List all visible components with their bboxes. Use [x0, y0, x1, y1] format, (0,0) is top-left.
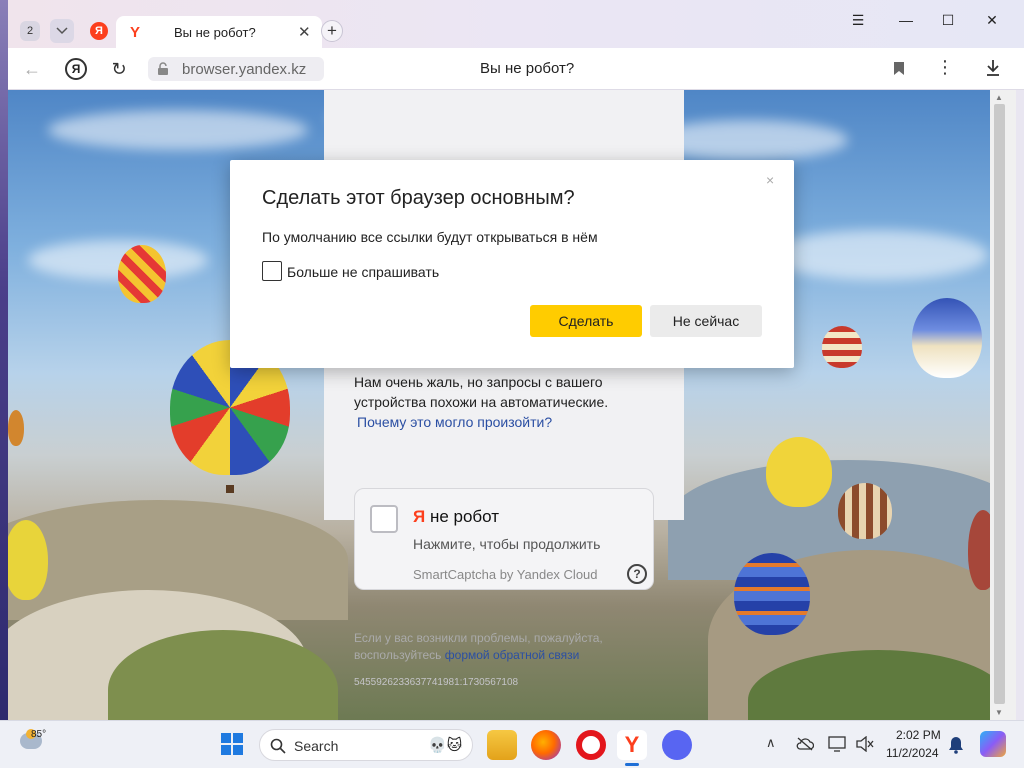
page-scrollbar[interactable]: ▲ ▼ [990, 90, 1016, 720]
scroll-thumb[interactable] [994, 104, 1005, 704]
clock-time[interactable]: 2:02 PM [896, 728, 941, 742]
address-bar: ← Я ↻ browser.yandex.kz Вы не робот? ⋮ [8, 48, 1024, 90]
download-icon[interactable] [985, 59, 1001, 77]
title-bar: 2 Я Y Вы не робот? ✕ + ☰ — ☐ ✕ [8, 0, 1024, 48]
new-tab-button[interactable]: + [321, 20, 343, 42]
dialog-title: Сделать этот браузер основным? [262, 187, 575, 209]
dont-ask-label[interactable]: Больше не спрашивать [287, 264, 439, 280]
not-now-button[interactable]: Не сейчас [650, 305, 762, 337]
help-icon[interactable]: ? [627, 564, 647, 584]
balloon-image [734, 553, 810, 635]
address-page-title: Вы не робот? [480, 60, 575, 77]
firefox-icon[interactable] [531, 730, 561, 760]
url-field[interactable]: browser.yandex.kz [148, 57, 324, 81]
close-window-button[interactable]: ✕ [980, 10, 1004, 30]
tab-title: Вы не робот? [174, 25, 256, 40]
taskbar-search[interactable]: Search 💀🐱 [259, 729, 473, 761]
dont-ask-checkbox[interactable] [262, 261, 282, 281]
feedback-link[interactable]: формой обратной связи [445, 648, 580, 662]
scroll-down-icon[interactable]: ▼ [995, 708, 1003, 717]
browser-menu-icon[interactable]: ☰ [846, 10, 870, 30]
notification-bell-icon[interactable] [948, 736, 964, 754]
back-button[interactable]: ← [20, 57, 44, 81]
copilot-icon[interactable] [980, 731, 1006, 757]
why-link[interactable]: Почему это могло произойти? [357, 414, 552, 430]
windows-start-icon[interactable] [221, 733, 243, 755]
file-explorer-icon[interactable] [487, 730, 517, 760]
active-app-indicator [625, 763, 639, 766]
yandex-home-button[interactable]: Я [65, 58, 87, 80]
make-default-button[interactable]: Сделать [530, 305, 642, 337]
search-label: Search [294, 738, 339, 754]
balloon-image [766, 437, 832, 507]
yandex-favicon-icon: Y [130, 24, 141, 41]
balloon-image [118, 245, 166, 303]
desktop-edge [0, 0, 8, 720]
bookmark-icon[interactable] [893, 61, 905, 76]
refresh-button[interactable]: ↻ [107, 57, 131, 81]
balloon-image [838, 483, 892, 539]
captcha-subtitle: Нажмите, чтобы продолжить [413, 536, 601, 552]
captcha-title-rest: не робот [425, 507, 500, 526]
lock-icon [158, 62, 168, 75]
captcha-title-ya: Я [413, 507, 426, 526]
balloon-image [822, 326, 862, 368]
search-highlight-icon: 💀🐱 [428, 737, 463, 754]
request-id: 5455926233637741981:1730567108 [354, 677, 519, 688]
more-menu-icon[interactable]: ⋮ [936, 57, 954, 78]
scroll-up-icon[interactable]: ▲ [995, 93, 1003, 102]
balloon-image [8, 410, 24, 446]
dialog-description: По умолчанию все ссылки будут открыватьс… [262, 229, 598, 245]
captcha-checkbox[interactable] [370, 505, 398, 533]
taskbar: 85° Search 💀🐱 Y ∧ 2:02 PM 11/2/2024 [0, 720, 1024, 768]
search-icon [270, 738, 286, 754]
discord-icon[interactable] [662, 730, 692, 760]
captcha-title: Я не робот [413, 507, 499, 527]
maximize-button[interactable]: ☐ [936, 10, 960, 30]
default-browser-dialog: × Сделать этот браузер основным? По умол… [230, 160, 794, 368]
captcha-brand: SmartCaptcha by Yandex Cloud [413, 567, 598, 582]
tab-list-button[interactable] [50, 19, 74, 43]
balloon-image [8, 520, 48, 600]
tab-count-badge[interactable]: 2 [20, 21, 40, 41]
yandex-browser-icon[interactable]: Y [617, 730, 647, 760]
captcha-checkbox-widget[interactable]: Я не робот Нажмите, чтобы продолжить Sma… [354, 488, 654, 590]
url-text: browser.yandex.kz [182, 61, 307, 78]
pinned-tab-yandex[interactable]: Я [90, 22, 108, 40]
balloon-image [912, 298, 982, 378]
dialog-close-icon[interactable]: × [766, 172, 774, 188]
tab-close-icon[interactable]: ✕ [298, 23, 311, 41]
chevron-down-icon [56, 27, 68, 35]
weather-temperature[interactable]: 85° [31, 729, 46, 740]
tray-overflow-icon[interactable]: ∧ [766, 735, 776, 751]
tab-active[interactable]: Y Вы не робот? ✕ [116, 16, 322, 48]
display-icon[interactable] [828, 736, 846, 752]
captcha-message: Нам очень жаль, но запросы с вашего устр… [354, 374, 609, 410]
opera-icon[interactable] [576, 730, 606, 760]
captcha-footer: Если у вас возникли проблемы, пожалуйста… [354, 630, 644, 664]
minimize-button[interactable]: — [894, 10, 918, 30]
speaker-muted-icon[interactable] [856, 736, 874, 752]
clock-date[interactable]: 11/2/2024 [886, 746, 939, 760]
cloud-offline-icon[interactable] [796, 737, 814, 751]
